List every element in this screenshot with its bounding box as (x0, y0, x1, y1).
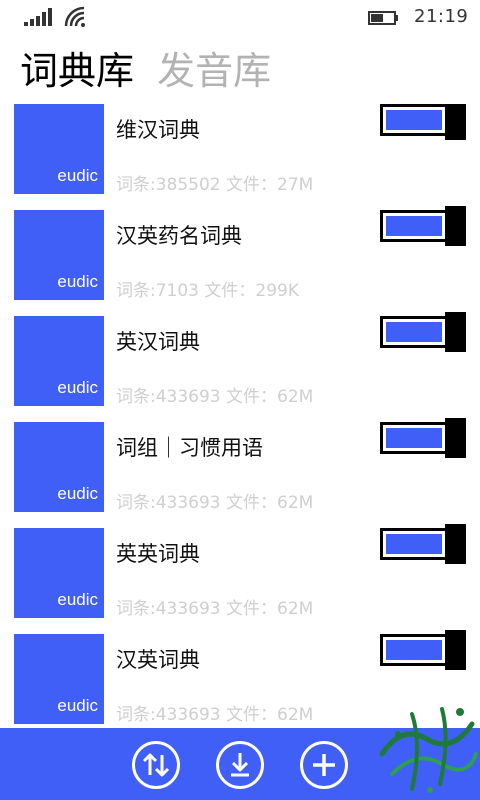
dictionary-row[interactable]: eudic 词组｜习惯用语 词条:433693 文件：62M (0, 418, 480, 528)
dictionary-tile: eudic (14, 634, 104, 724)
dictionary-toggle[interactable] (380, 630, 468, 670)
dictionary-meta: 词条:433693 文件：62M (116, 705, 314, 725)
wifi-icon (64, 6, 85, 27)
add-button[interactable] (300, 741, 348, 789)
dictionary-name: 汉英药名词典 (116, 224, 242, 248)
dictionary-toggle[interactable] (380, 104, 468, 140)
download-button[interactable] (216, 741, 264, 789)
sort-icon (142, 753, 170, 777)
dictionary-tile: eudic (14, 316, 104, 406)
dictionary-meta: 词条:433693 文件：62M (116, 599, 314, 619)
tile-label: eudic (57, 484, 98, 503)
dictionary-tile: eudic (14, 104, 104, 194)
dictionary-name: 英汉词典 (116, 330, 200, 354)
sort-button[interactable] (132, 741, 180, 789)
tile-label: eudic (57, 272, 98, 291)
pivot-tab-dictionaries[interactable]: 词典库 (20, 46, 134, 96)
dictionary-tile: eudic (14, 528, 104, 618)
tile-label: eudic (57, 166, 98, 185)
dictionary-row[interactable]: eudic 汉英药名词典 词条:7103 文件：299K (0, 206, 480, 316)
status-bar: 21:19 (0, 0, 480, 34)
dictionary-meta: 词条:385502 文件：27M (116, 175, 314, 195)
tile-label: eudic (57, 696, 98, 715)
pivot-tab-pronunciation[interactable]: 发音库 (157, 46, 271, 96)
dictionary-name: 汉英词典 (116, 648, 200, 672)
dictionary-meta: 词条:7103 文件：299K (116, 281, 299, 301)
status-time: 21:19 (414, 6, 469, 27)
battery-icon (368, 11, 398, 25)
dictionary-meta: 词条:433693 文件：62M (116, 387, 314, 407)
dictionary-meta: 词条:433693 文件：62M (116, 493, 314, 513)
dictionary-tile: eudic (14, 210, 104, 300)
add-icon (313, 754, 335, 776)
dictionary-name: 英英词典 (116, 542, 200, 566)
tile-label: eudic (57, 590, 98, 609)
tile-label: eudic (57, 378, 98, 397)
dictionary-toggle[interactable] (380, 312, 468, 352)
dictionary-list[interactable]: eudic 维汉词典 词条:385502 文件：27M eudic 汉英药名词典… (0, 104, 480, 728)
dictionary-tile: eudic (14, 422, 104, 512)
dictionary-row[interactable]: eudic 英英词典 词条:433693 文件：62M (0, 524, 480, 634)
dictionary-toggle[interactable] (380, 206, 468, 246)
dictionary-name: 词组｜习惯用语 (116, 436, 263, 460)
dictionary-row[interactable]: eudic 英汉词典 词条:433693 文件：62M (0, 312, 480, 422)
signal-strength-icon (24, 8, 52, 26)
dictionary-toggle[interactable] (380, 418, 468, 458)
download-icon (231, 753, 249, 777)
dictionary-toggle[interactable] (380, 524, 468, 564)
dictionary-row[interactable]: eudic 维汉词典 词条:385502 文件：27M (0, 104, 480, 210)
pivot-header: 词典库 发音库 (20, 46, 289, 96)
calligraphy-logo (379, 707, 478, 793)
dictionary-name: 维汉词典 (116, 118, 200, 142)
